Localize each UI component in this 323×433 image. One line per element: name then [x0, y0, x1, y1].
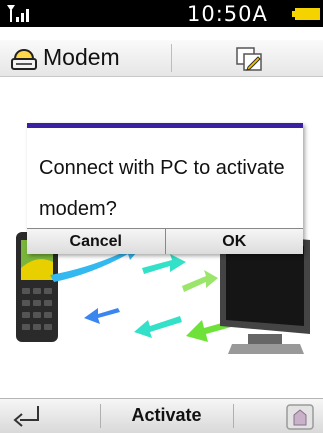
clock: 10:50A: [187, 2, 268, 26]
dialog-button-bar: Cancel OK: [27, 228, 303, 254]
cancel-button[interactable]: Cancel: [27, 229, 165, 254]
ok-button[interactable]: OK: [164, 229, 304, 254]
title-bar: Modem: [0, 40, 323, 77]
battery-icon: [292, 8, 320, 20]
softkey-bar: Activate: [0, 398, 323, 433]
home-icon[interactable]: [285, 403, 315, 431]
back-icon[interactable]: [10, 403, 44, 429]
confirmation-dialog: Connect with PC to activate modem? Cance…: [27, 123, 303, 254]
page-title: Modem: [43, 44, 120, 70]
dialog-message: Connect with PC to activate modem?: [39, 157, 285, 220]
title-divider: [171, 44, 172, 72]
activate-button[interactable]: Activate: [100, 405, 233, 426]
edit-icon[interactable]: [233, 45, 267, 73]
softkey-divider: [233, 404, 234, 428]
status-bar: 10:50A: [0, 0, 323, 27]
modem-icon: [11, 49, 37, 70]
signal-icon: [7, 5, 29, 22]
